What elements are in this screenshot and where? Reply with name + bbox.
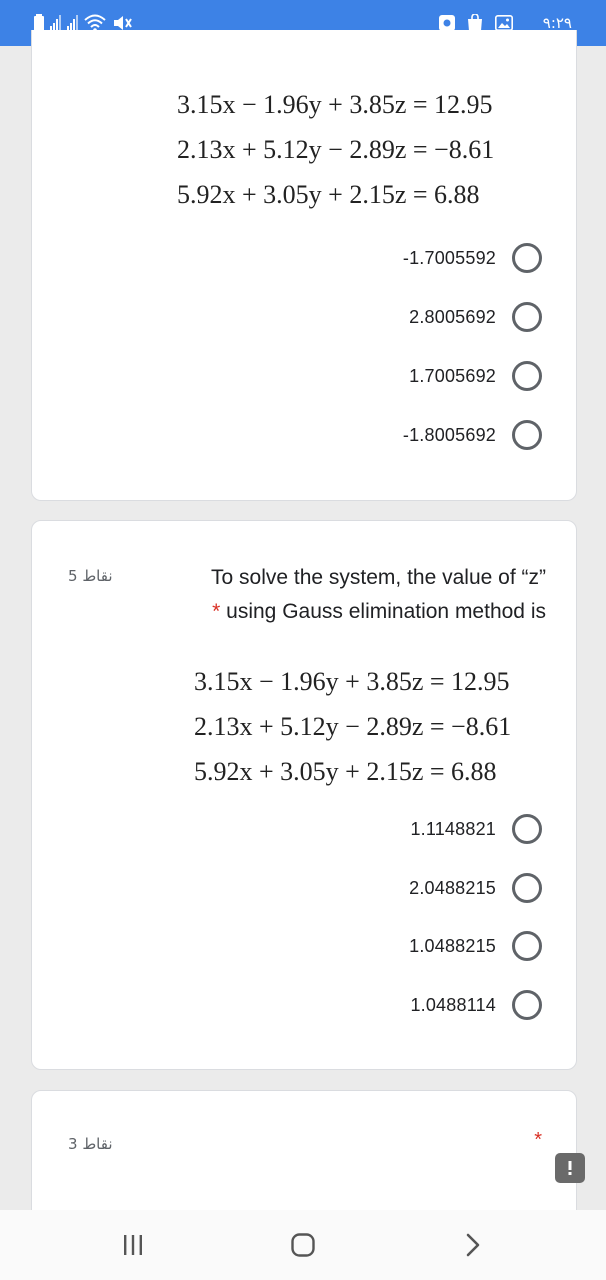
recent-apps-button[interactable] [113,1230,153,1260]
points-label: 3 نقاط [68,1135,113,1153]
option-label: 1.0488114 [410,994,496,1015]
gallery-icon [494,15,513,31]
question-line: * using Gauss elimination method is [156,595,546,629]
radio-button[interactable] [512,243,542,273]
radio-button[interactable] [512,931,542,961]
option-label: -1.7005592 [402,247,496,268]
radio-button[interactable] [512,302,542,332]
screen-record-icon [438,15,455,31]
question-card-next: 3 نقاط * [31,1090,577,1230]
required-mark: * [212,600,221,623]
answer-option[interactable]: -1.7005592 [403,240,542,276]
recent-apps-icon [124,1235,142,1255]
signal-icon [50,15,61,31]
option-label: 2.8005692 [409,306,496,327]
equation-line: 3.15x − 1.96y + 3.85z = 12.95 [177,90,493,119]
equation-line: 5.92x + 3.05y + 2.15z = 6.88 [194,757,497,786]
equation-line: 2.13x + 5.12y − 2.89z = −8.61 [194,712,512,741]
option-label: 1.0488215 [409,935,496,956]
answer-option[interactable]: 1.1148821 [410,811,542,847]
question-line-text: using Gauss elimination method is [226,600,546,623]
question-title: To solve the system, the value of “z” * … [156,561,546,629]
radio-button[interactable] [512,990,542,1020]
signal-icon [67,15,78,31]
question-card-previous: 3.15x − 1.96y + 3.85z = 12.95 2.13x + 5.… [31,30,577,501]
option-label: 2.0488215 [409,877,496,898]
radio-button[interactable] [512,420,542,450]
equation-line: 2.13x + 5.12y − 2.89z = −8.61 [177,135,495,164]
answer-option[interactable]: 1.0488114 [410,987,542,1023]
navigation-bar [0,1210,606,1280]
home-button[interactable] [283,1230,323,1260]
equation-line: 5.92x + 3.05y + 2.15z = 6.88 [177,180,480,209]
question-line: To solve the system, the value of “z” [211,566,546,589]
home-icon [291,1233,315,1257]
answer-option[interactable]: -1.8005692 [403,417,542,453]
option-label: 1.7005692 [409,365,496,386]
radio-button[interactable] [512,873,542,903]
equation-system: 3.15x − 1.96y + 3.85z = 12.95 2.13x + 5.… [194,659,511,794]
back-button[interactable] [453,1230,493,1260]
radio-button[interactable] [512,361,542,391]
question-card-z-value: 5 نقاط To solve the system, the value of… [31,520,577,1070]
answer-option[interactable]: 2.8005692 [409,299,542,335]
equation-system: 3.15x − 1.96y + 3.85z = 12.95 2.13x + 5.… [177,82,494,217]
back-icon [466,1233,480,1257]
option-label: -1.8005692 [402,424,496,445]
points-label: 5 نقاط [68,567,113,585]
answer-option[interactable]: 1.0488215 [409,928,542,964]
equation-line: 3.15x − 1.96y + 3.85z = 12.95 [194,667,510,696]
option-label: 1.1148821 [410,818,496,839]
feedback-button[interactable] [555,1153,585,1183]
required-mark: * [534,1129,542,1151]
feedback-icon [559,1161,572,1179]
radio-button[interactable] [512,814,542,844]
answer-option[interactable]: 2.0488215 [409,870,542,906]
answer-option[interactable]: 1.7005692 [409,358,542,394]
